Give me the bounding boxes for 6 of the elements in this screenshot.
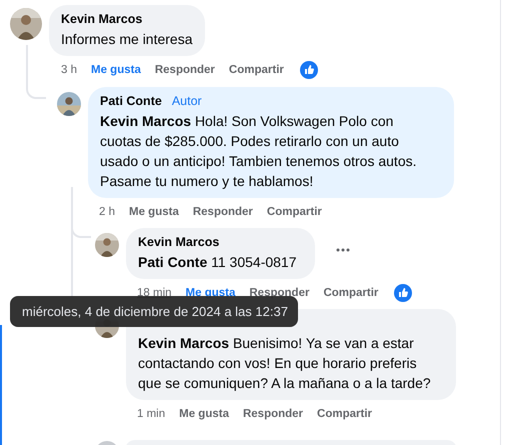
author-label: Autor bbox=[172, 93, 202, 109]
comment-text: Kevin Marcos Hola! Son Volkswagen Polo con cuotas de $285.000. Podes retirarlo con un auto usado o un anticipo! Tambien tenemos otros autos. Pasame tu numero y te hablamos! bbox=[100, 112, 418, 191]
comment-text: Informes me interesa bbox=[61, 30, 192, 49]
comment-text: Kevin Marcos Buenisimo! Ya se van a estar contactando con vos! En que horario preferis que se comuniquen? A la mañana o a la tarde? bbox=[138, 334, 432, 393]
comment-text: Pati Conte 11 3054-0817 bbox=[138, 253, 296, 272]
date-tooltip: miércoles, 4 de diciembre de 2024 a las 12:37 bbox=[10, 296, 298, 327]
